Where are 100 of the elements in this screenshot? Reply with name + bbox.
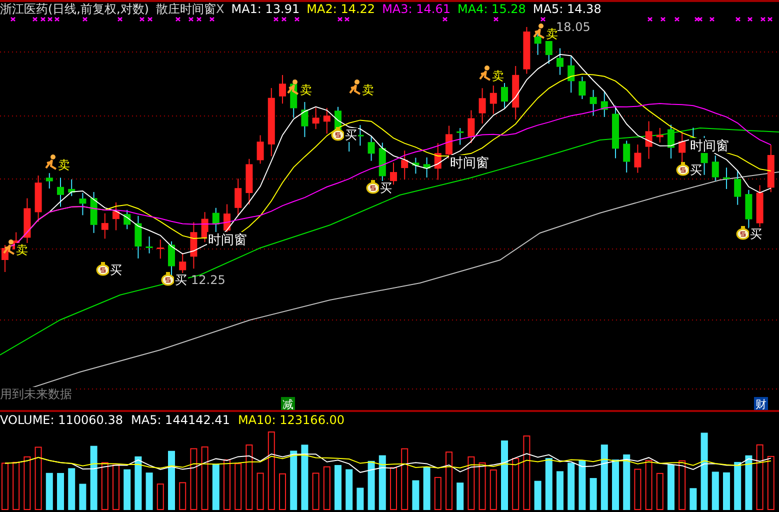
- candlestick: [612, 105, 619, 159]
- buy-label: 买: [345, 128, 357, 142]
- cross-mark-icon: [175, 17, 181, 22]
- candlestick: [501, 82, 508, 108]
- candlestick: [390, 162, 397, 186]
- cross-mark-icon: [273, 17, 279, 22]
- candlestick: [645, 120, 652, 160]
- candlestick: [478, 88, 486, 124]
- cross-mark-icon: [747, 17, 753, 22]
- candlestick: [46, 172, 53, 190]
- candlestick: [590, 89, 597, 116]
- runner-icon: [533, 24, 545, 39]
- candlestick: [568, 56, 575, 94]
- candlestick: [578, 76, 586, 100]
- candlestick: [234, 178, 242, 216]
- volume-value: VOLUME: 110060.38: [0, 413, 123, 427]
- candlestick: [668, 124, 674, 160]
- candlestick: [90, 192, 98, 234]
- cross-mark-icon: [660, 17, 666, 22]
- event-badge[interactable]: 减: [281, 397, 295, 410]
- candlestick: [767, 144, 774, 193]
- candlestick: [468, 110, 475, 144]
- runner-icon: [45, 154, 57, 170]
- candlestick: [600, 90, 608, 118]
- candlestick: [268, 88, 275, 157]
- candlestick: [323, 107, 330, 134]
- candlestick: [34, 175, 42, 222]
- sell-label: 卖: [362, 83, 374, 97]
- cross-mark-icon: [82, 17, 88, 22]
- candlestick: [556, 48, 564, 76]
- candlestick: [723, 167, 730, 190]
- candlestick: [745, 189, 752, 229]
- candlestick: [712, 155, 719, 182]
- cross-mark-icon: [493, 17, 499, 22]
- sell-label: 卖: [16, 243, 28, 257]
- cross-mark-icon: [209, 17, 215, 22]
- stock-title: 浙江医药(日线,前复权,对数): [0, 2, 149, 17]
- runner-icon: [479, 66, 491, 81]
- price-label: 12.25: [191, 273, 226, 287]
- candlestick: [201, 212, 208, 243]
- candlestick: [412, 157, 420, 174]
- candlestick: [190, 222, 198, 270]
- cross-mark-icon: [139, 17, 145, 22]
- candlestick: [134, 215, 142, 259]
- volume-value: MA10: 123166.00: [238, 413, 345, 427]
- candlestick: [356, 124, 364, 146]
- ma-value: MA2: 14.22: [306, 2, 376, 17]
- cross-mark-icon: [117, 17, 123, 22]
- sell-label: 卖: [546, 27, 558, 41]
- cross-mark-icon: [735, 17, 741, 22]
- candlestick: [368, 135, 375, 162]
- candlestick: [634, 144, 642, 174]
- candlestick: [434, 142, 442, 180]
- cross-mark-icon: [294, 17, 300, 22]
- candlestick: [79, 192, 86, 216]
- close-icon[interactable]: X: [216, 2, 224, 17]
- candlestick: [256, 134, 264, 164]
- candlestick: [423, 156, 430, 178]
- candlestick: [678, 132, 686, 163]
- cross-mark-icon: [442, 17, 448, 22]
- candlestick: [112, 202, 120, 231]
- runner-icon: [287, 80, 299, 95]
- candlestick: [456, 128, 464, 146]
- time-window-label: 时间窗: [690, 139, 729, 154]
- cross-mark-icon: [196, 17, 202, 22]
- buy-label: 买: [750, 227, 762, 241]
- candlestick: [301, 101, 308, 138]
- candlestick: [523, 26, 530, 74]
- price-label: 18.05: [556, 20, 590, 34]
- cross-mark-icon: [147, 17, 153, 22]
- candlestick: [512, 66, 520, 120]
- candlestick: [2, 244, 8, 272]
- candlestick: [401, 150, 408, 180]
- ma-value: MA5: 14.38: [532, 2, 602, 17]
- candlestick: [146, 236, 153, 254]
- runner-icon: [3, 240, 15, 255]
- candlestick: [623, 140, 630, 173]
- candlestick: [124, 209, 131, 230]
- cross-mark-icon: [281, 17, 287, 22]
- candlestick: [57, 177, 64, 208]
- buy-label: 买: [110, 263, 122, 277]
- candlestick: [446, 125, 452, 160]
- candlestick: [279, 74, 286, 104]
- candlestick: [68, 178, 76, 197]
- buy-label: 买: [690, 163, 702, 177]
- candlestick: [168, 240, 175, 277]
- sell-label: 卖: [58, 158, 70, 172]
- cross-mark-icon: [188, 17, 194, 22]
- indicator-name: 散庄时间窗: [156, 2, 216, 17]
- time-window-label: 时间窗: [208, 233, 247, 248]
- volume-value: MA5: 144142.41: [131, 413, 230, 427]
- ma-value: MA3: 14.61: [382, 2, 450, 17]
- candlestick: [246, 158, 253, 206]
- cross-mark-icon: [709, 17, 715, 22]
- ma-value: MA1: 13.91: [231, 2, 300, 17]
- cross-mark-icon: [647, 17, 653, 22]
- candlestick: [101, 212, 108, 240]
- runner-icon: [349, 80, 361, 95]
- buy-label: 买: [380, 181, 392, 195]
- event-badge[interactable]: 财: [754, 397, 768, 410]
